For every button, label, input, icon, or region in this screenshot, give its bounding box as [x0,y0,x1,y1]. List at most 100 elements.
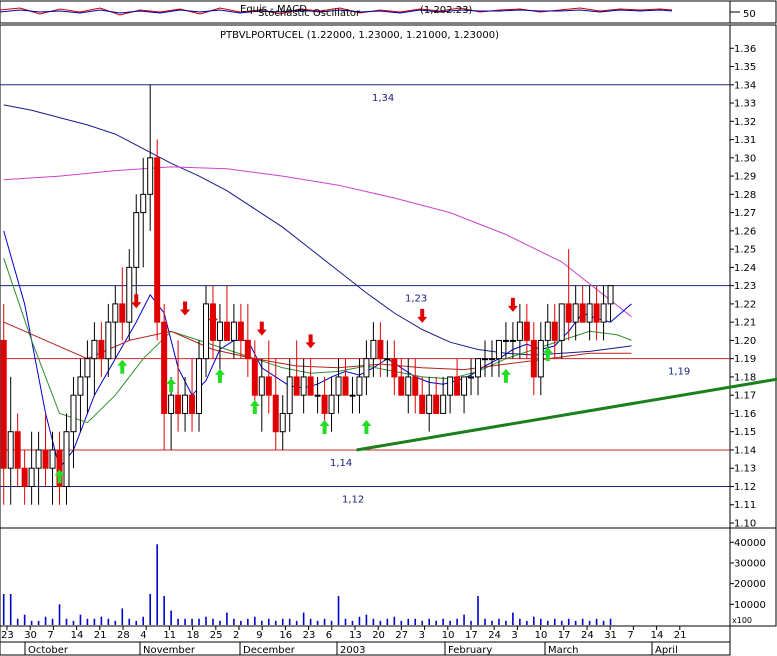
candle-body [265,376,272,396]
candle-body [454,376,461,396]
x-tick-label: 11 [163,630,176,641]
x-tick-label: 23 [1,630,14,641]
candle-body [475,358,482,378]
candle-body [14,431,21,469]
candle-body [279,412,286,433]
candle-body [70,394,77,433]
y-tick-label: 1.26 [734,226,756,237]
candle-body [133,212,140,268]
candle-body [272,394,279,433]
candle-body [328,394,335,414]
candle-body [21,467,28,487]
y-tick-label: 1.15 [734,427,756,438]
candle-body [140,193,147,214]
candle-body [314,394,321,397]
y-tick-label: 1.19 [734,354,756,365]
month-label: April [655,645,678,656]
x-tick-label: 17 [558,630,571,641]
candle-body [523,321,530,341]
candle-body [244,339,251,360]
candle-body [223,321,230,341]
candle-body [154,157,161,323]
y-tick-label: 1.22 [734,299,756,310]
candle-body [495,339,502,360]
candle-body [349,394,356,397]
x-tick-label: 3 [511,630,517,641]
candle-body [175,394,182,414]
month-label: 2003 [340,645,365,656]
candle-body [537,339,544,378]
y-tick-label: 1.25 [734,245,756,256]
month-label: March [548,645,578,656]
candle-body [468,376,475,379]
candle-body [342,376,349,396]
candle-body [481,358,488,361]
candle-body [230,321,237,341]
candle-body [91,339,98,360]
candle-body [509,339,516,342]
level-label: 1,19 [668,367,690,378]
y-tick-label: 1.24 [734,263,756,274]
y-tick-label: 1.34 [734,80,756,91]
candle-body [356,376,363,396]
candle-body [419,394,426,414]
candle-body [168,394,175,414]
y-tick-label: 1.27 [734,208,756,219]
candle-body [202,303,209,360]
y-tick-label: 1.29 [734,172,756,183]
candle-body [147,157,154,195]
y-tick-label: 1.16 [734,409,756,420]
candle-body [447,376,454,396]
candle-body [7,431,14,469]
candle-body [391,358,398,378]
y-tick-label: 1.36 [734,44,756,55]
x-tick-label: 7 [47,630,53,641]
candle-body [600,303,607,323]
y-tick-label: 1.33 [734,99,756,110]
x-tick-label: 21 [94,630,107,641]
x-tick-label: 10 [442,630,455,641]
x-tick-label: 27 [395,630,408,641]
candle-body [551,321,558,341]
candle-body [607,285,614,305]
volume-tick-label: 10000 [734,600,766,611]
candle-body [426,394,433,414]
y-tick-label: 1.20 [734,336,756,347]
x-tick-label: 3 [419,630,425,641]
month-label: November [143,645,196,656]
x-tick-label: 23 [303,630,316,641]
candle-body [300,376,307,396]
candle-body [42,449,49,469]
x-tick-label: 6 [326,630,332,641]
candle-body [216,321,223,341]
candle-body [105,321,112,360]
x-tick-label: 25 [210,630,223,641]
candle-body [544,321,551,341]
month-label: February [448,645,492,656]
x-tick-label: 9 [256,630,262,641]
x-tick-label: 14 [71,630,84,641]
candle-body [558,303,565,341]
level-label: 1,23 [405,294,427,305]
candle-body [565,303,572,323]
x-tick-label: 16 [279,630,292,641]
candle-body [321,394,328,414]
candle-body [84,358,91,378]
candle-body [593,303,600,323]
level-label: 1,34 [372,93,394,104]
candle-body [363,358,370,378]
candle-body [461,376,468,396]
candle-body [370,339,377,360]
candle-body [579,303,586,323]
candle-body [196,358,203,414]
level-label: 1,14 [330,458,352,469]
x-tick-label: 17 [465,630,478,641]
candle-body [112,303,119,323]
candle-body [182,394,189,414]
candle-body [384,358,391,361]
month-label: December [243,645,296,656]
y-tick-label: 1.28 [734,190,756,201]
x-tick-label: 30 [24,630,37,641]
indicator-panel: Equis - MACD Stochastic Oscillator (1,20… [0,0,777,24]
candle-body [502,339,509,342]
